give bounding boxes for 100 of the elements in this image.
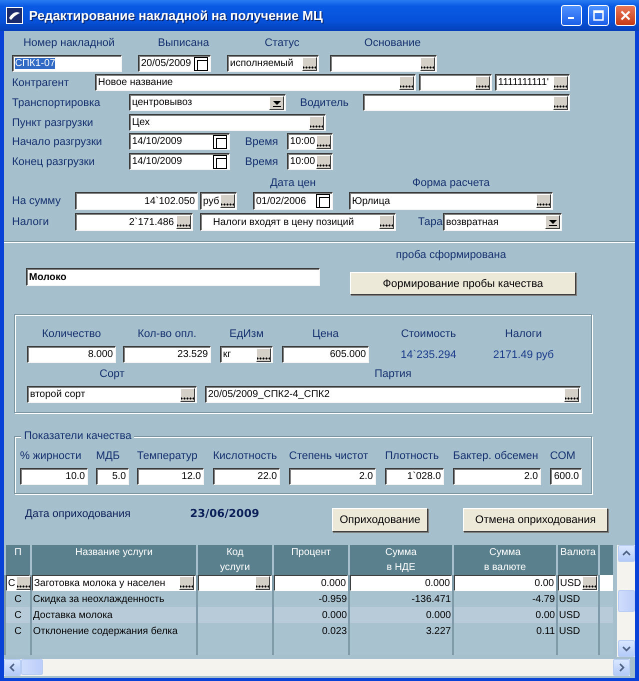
maximize-button[interactable]	[588, 5, 609, 26]
lookup-button[interactable]	[475, 76, 490, 90]
lookup-button[interactable]	[179, 576, 194, 590]
table-cell[interactable]: 0.000	[273, 575, 349, 591]
field-label: Температур	[137, 449, 199, 463]
input-field[interactable]: кг	[220, 346, 273, 363]
input-field[interactable]: Цех	[129, 114, 326, 131]
date-field[interactable]: 20/05/2009	[138, 55, 211, 72]
lookup-button[interactable]	[553, 96, 568, 110]
input-field[interactable]	[363, 94, 570, 111]
input-field[interactable]: СПК1-07	[12, 55, 122, 72]
lookup-button[interactable]	[180, 388, 195, 402]
input-field[interactable]: 2.0	[453, 468, 541, 485]
lookup-button[interactable]	[536, 194, 551, 208]
table-cell: USD	[557, 591, 599, 607]
status-text: проба сформирована	[394, 248, 508, 262]
field-label: Время	[245, 134, 280, 148]
lookup-button[interactable]	[255, 576, 270, 590]
lookup-button[interactable]	[582, 576, 598, 590]
horizontal-scrollbar[interactable]	[4, 659, 630, 676]
input-field[interactable]: 10.0	[20, 468, 88, 485]
input-field[interactable]: 12.0	[137, 468, 204, 485]
lookup-button[interactable]	[399, 76, 414, 90]
lookup-button[interactable]	[379, 215, 394, 229]
input-field[interactable]: 8.000	[27, 346, 116, 363]
close-button[interactable]	[615, 5, 636, 26]
product-field[interactable]: Молоко	[26, 268, 320, 286]
calendar-button[interactable]	[213, 154, 227, 168]
input-field[interactable]: Новое название	[95, 74, 416, 91]
calendar-button[interactable]	[316, 194, 330, 208]
input-field[interactable]: 2.0	[289, 468, 376, 485]
input-field[interactable]: Налоги входят в цену позиций	[200, 213, 396, 231]
scroll-thumb[interactable]	[21, 659, 43, 675]
input-field[interactable]: 1111111111'	[495, 74, 570, 91]
column-header[interactable]: П	[5, 545, 31, 575]
input-field[interactable]: 14`102.050	[75, 192, 198, 210]
lookup-button[interactable]	[316, 154, 331, 168]
table-cell[interactable]: С	[5, 575, 31, 591]
input-field[interactable]	[330, 55, 437, 72]
lookup-button[interactable]	[176, 215, 191, 229]
action-button[interactable]: Оприходование	[332, 508, 428, 532]
date-field[interactable]: 14/10/2009	[129, 153, 230, 170]
lookup-button[interactable]	[420, 56, 435, 70]
column-header[interactable]: Сумма в НДЕ	[349, 545, 453, 575]
input-field[interactable]: второй сорт	[27, 386, 197, 403]
dropdown-button[interactable]	[545, 215, 560, 229]
time-field[interactable]: 10:00	[287, 153, 333, 170]
lookup-button[interactable]	[553, 76, 568, 90]
input-field[interactable]: 1`028.0	[385, 468, 444, 485]
input-field[interactable]: 22.0	[213, 468, 280, 485]
input-field[interactable]: 2`171.486	[75, 213, 193, 231]
input-field[interactable]	[419, 74, 492, 91]
table-cell[interactable]: 0.000	[349, 575, 453, 591]
time-field[interactable]: 10:00	[287, 133, 333, 150]
column-header[interactable]: Название услуги	[31, 545, 197, 575]
lookup-button[interactable]	[564, 388, 579, 402]
column-header[interactable]: Код услуги	[197, 545, 273, 575]
close-icon	[620, 10, 631, 21]
field-label: МДБ	[96, 449, 121, 463]
table-cell[interactable]	[197, 575, 273, 591]
vertical-scrollbar[interactable]	[617, 545, 635, 657]
input-field[interactable]: исполняемый	[227, 55, 319, 72]
scroll-down-button[interactable]	[618, 640, 634, 657]
column-header[interactable]: Валюта	[557, 545, 599, 575]
date-field[interactable]: 14/10/2009	[129, 133, 230, 150]
table-cell[interactable]: Заготовка молока у населен	[31, 575, 197, 591]
calendar-button[interactable]	[213, 134, 227, 148]
action-button[interactable]: Отмена оприходования	[463, 508, 608, 532]
minimize-button[interactable]	[561, 5, 582, 26]
lookup-button[interactable]	[316, 134, 331, 148]
column-header[interactable]: Сумма в валюте	[453, 545, 557, 575]
field-label: СОМ	[550, 449, 576, 463]
input-field[interactable]: руб	[200, 192, 237, 210]
scroll-right-button[interactable]	[613, 659, 630, 676]
table-cell: С	[5, 591, 31, 607]
calendar-button[interactable]	[194, 56, 208, 70]
lookup-button[interactable]	[220, 194, 235, 208]
scroll-up-button[interactable]	[618, 545, 634, 562]
lookup-button[interactable]	[16, 576, 32, 590]
lookup-button[interactable]	[256, 348, 271, 362]
date-field[interactable]: 01/02/2006	[253, 192, 333, 210]
dropdown[interactable]: центровывоз	[129, 94, 286, 111]
input-field[interactable]: 20/05/2009_СПК2-4_СПК2	[205, 386, 581, 403]
dropdown[interactable]: возвратная	[443, 213, 562, 231]
field-label: Кислотность	[213, 449, 278, 463]
scroll-left-button[interactable]	[4, 659, 21, 676]
quality-sample-button[interactable]: Формирование пробы качества	[350, 272, 576, 295]
chevron-icon	[617, 663, 626, 672]
dropdown-button[interactable]	[269, 96, 284, 110]
input-field[interactable]: 600.0	[550, 468, 582, 485]
input-field[interactable]: 605.000	[282, 346, 369, 363]
table-cell[interactable]: 0.00	[453, 575, 557, 591]
scroll-thumb[interactable]	[618, 590, 634, 612]
column-header[interactable]: Процент	[273, 545, 349, 575]
lookup-button[interactable]	[309, 116, 324, 130]
input-field[interactable]: Юрлица	[349, 192, 553, 210]
lookup-button[interactable]	[302, 56, 317, 70]
input-field[interactable]: 5.0	[96, 468, 129, 485]
input-field[interactable]: 23.529	[123, 346, 211, 363]
table-cell[interactable]: USD	[557, 575, 599, 591]
